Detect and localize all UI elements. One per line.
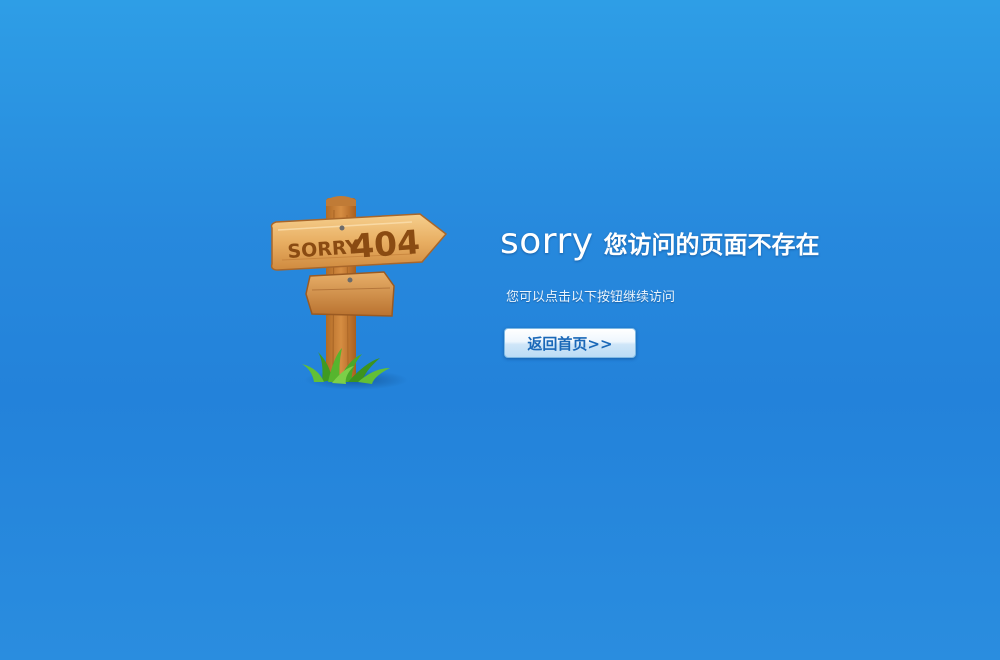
sign-board-top: SORRY 404 bbox=[270, 213, 448, 271]
sign-code-label: 404 bbox=[350, 222, 421, 266]
headline: sorry 您访问的页面不存在 bbox=[500, 224, 920, 260]
sorry-word: sorry bbox=[500, 221, 594, 262]
error-page: SORRY 404 sorry 您访问的页面不存在 您可以点击以下按钮继续访问 … bbox=[0, 0, 1000, 660]
error-message: sorry 您访问的页面不存在 您可以点击以下按钮继续访问 返回首页>> bbox=[500, 224, 920, 358]
signpost-illustration: SORRY 404 bbox=[262, 190, 452, 400]
sign-board-bottom bbox=[305, 271, 395, 317]
instruction-text: 您可以点击以下按钮继续访问 bbox=[506, 290, 676, 305]
return-home-button[interactable]: 返回首页>> bbox=[504, 328, 636, 358]
page-not-found-text: 您访问的页面不存在 bbox=[603, 231, 820, 259]
